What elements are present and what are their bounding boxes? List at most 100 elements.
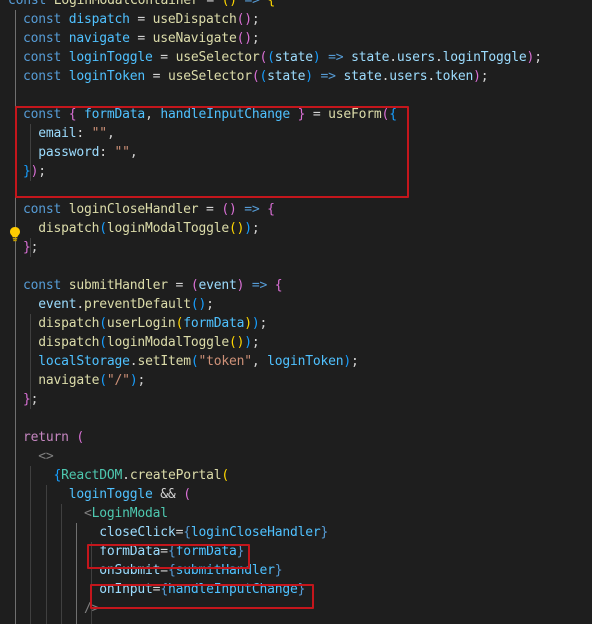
code-token: (): [228, 334, 245, 350]
code-token: ,: [251, 353, 268, 369]
code-token: &&: [152, 486, 184, 502]
highlight-box-formdata-prop: [87, 544, 250, 569]
code-line[interactable]: <>: [23, 447, 53, 466]
code-token: {: [267, 201, 275, 217]
code-token: navigate: [68, 30, 130, 46]
code-token: token: [435, 68, 474, 84]
code-line[interactable]: };: [23, 238, 38, 257]
code-line[interactable]: };: [23, 390, 38, 409]
code-token: const: [23, 30, 69, 46]
code-token: loginToken: [68, 68, 146, 84]
code-line[interactable]: const navigate = useNavigate();: [23, 29, 260, 48]
code-token: (: [259, 68, 268, 84]
code-line[interactable]: const loginToken = useSelector((state) =…: [23, 67, 489, 86]
code-token: .: [389, 49, 397, 65]
code-token: ;: [206, 296, 214, 312]
code-line[interactable]: />: [23, 599, 99, 618]
code-token: ;: [137, 372, 146, 388]
code-token: {: [274, 277, 283, 293]
code-line[interactable]: dispatch(userLogin(formData));: [23, 314, 267, 333]
code-line[interactable]: dispatch(loginModalToggle());: [23, 219, 259, 238]
code-line[interactable]: const LoginModalContainer = () => {: [8, 0, 275, 10]
code-token: state: [274, 49, 313, 65]
code-token: loginCloseHandler: [190, 524, 321, 540]
code-token: =: [129, 11, 153, 27]
code-token: }: [23, 239, 31, 255]
code-token: ): [244, 334, 252, 350]
code-token: userLogin: [106, 315, 176, 331]
code-line[interactable]: closeClick={loginCloseHandler}: [23, 523, 328, 542]
code-token: (: [76, 429, 85, 445]
code-line[interactable]: navigate("/");: [23, 371, 145, 390]
code-line[interactable]: const submitHandler = (event) => {: [23, 276, 283, 295]
code-token: (: [99, 315, 107, 331]
code-line[interactable]: const dispatch = useDispatch();: [23, 10, 260, 29]
code-token: =>: [244, 0, 260, 8]
code-token: ): [343, 353, 352, 369]
code-token: navigate: [38, 372, 100, 388]
code-token: dispatch: [38, 315, 100, 331]
code-token: (): [221, 201, 237, 217]
code-token: }: [23, 391, 31, 407]
code-token: dispatch: [68, 11, 130, 27]
code-token: =: [198, 201, 222, 217]
code-token: loginModalToggle: [106, 334, 229, 350]
code-token: event: [38, 296, 77, 312]
highlight-box-useform: [15, 106, 409, 198]
code-token: ;: [251, 334, 260, 350]
code-token: =>: [251, 277, 268, 293]
code-token: event: [198, 277, 237, 293]
code-token: =: [129, 30, 153, 46]
code-line[interactable]: const loginToggle = useSelector((state) …: [23, 48, 542, 67]
code-line[interactable]: dispatch(loginModalToggle());: [23, 333, 260, 352]
code-token: const: [8, 0, 54, 8]
code-token: ;: [251, 30, 260, 46]
code-token: setItem: [137, 353, 191, 369]
code-line[interactable]: <LoginModal: [23, 504, 168, 523]
code-line[interactable]: {ReactDOM.createPortal(: [23, 466, 230, 485]
lightbulb-icon[interactable]: [9, 226, 21, 242]
code-token: (): [228, 220, 245, 236]
code-line[interactable]: event.preventDefault();: [23, 295, 214, 314]
code-token: LoginModalContainer: [53, 0, 199, 8]
code-token: ;: [251, 11, 260, 27]
code-token: useSelector: [175, 49, 260, 65]
code-token: loginModalToggle: [106, 220, 229, 236]
code-token: =: [152, 49, 176, 65]
code-token: ;: [30, 239, 39, 255]
code-token: loginToggle: [68, 486, 153, 502]
code-line[interactable]: localStorage.setItem("token", loginToken…: [23, 352, 359, 371]
code-token: users: [389, 68, 428, 84]
code-token: state: [343, 68, 382, 84]
code-editor[interactable]: const LoginModalContainer = () => {const…: [0, 0, 592, 624]
code-line[interactable]: const loginCloseHandler = () => {: [23, 200, 275, 219]
code-token: (: [221, 467, 229, 483]
code-token: const: [23, 201, 69, 217]
code-token: ;: [480, 68, 489, 84]
code-token: ): [244, 220, 252, 236]
code-token: (): [190, 296, 207, 312]
code-token: "token": [198, 353, 252, 369]
code-token: (: [259, 49, 268, 65]
code-line[interactable]: loginToggle && (: [23, 485, 191, 504]
code-token: ): [473, 68, 481, 84]
code-token: loginToggle: [442, 49, 527, 65]
code-token: (): [236, 30, 252, 46]
code-line[interactable]: return (: [23, 428, 84, 447]
code-token: (: [183, 486, 191, 502]
code-token: dispatch: [38, 220, 100, 236]
code-token: loginCloseHandler: [68, 201, 199, 217]
code-token: preventDefault: [84, 296, 191, 312]
code-token: return: [23, 429, 69, 445]
code-token: ;: [534, 49, 542, 65]
